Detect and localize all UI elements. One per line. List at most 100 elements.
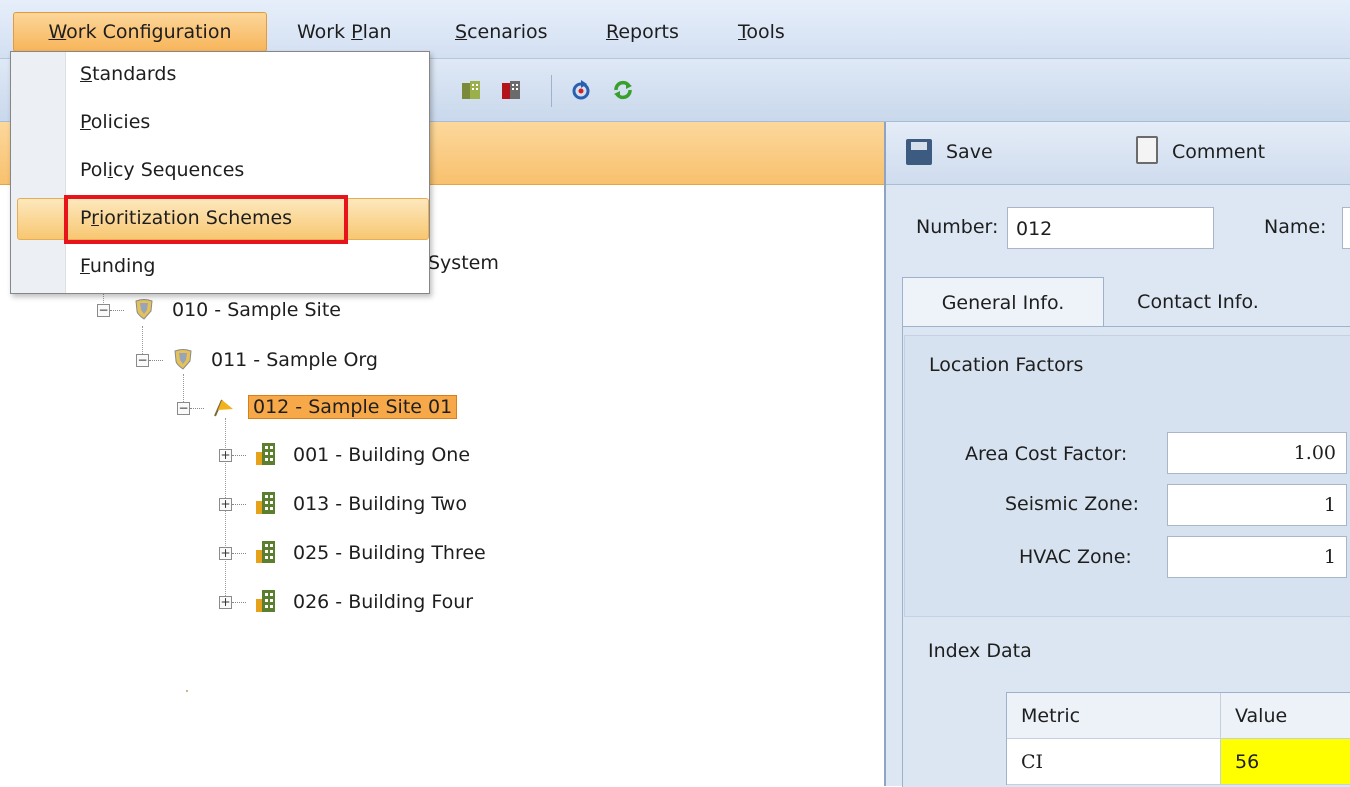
menu-mnemonic: S — [80, 63, 93, 85]
tab-contact-info[interactable]: Contact Info. — [1102, 277, 1294, 327]
menu-mnemonic: P — [351, 21, 363, 43]
details-toolbar: Save Comment — [886, 122, 1350, 185]
sync-icon[interactable] — [612, 79, 634, 101]
tree-node-026[interactable]: 026 - Building Four — [293, 587, 473, 617]
menu-label: Work — [297, 21, 352, 43]
menu-label-rest: tandards — [92, 63, 177, 85]
work-configuration-dropdown: Standards Policies Policy Sequences Prio… — [10, 51, 430, 294]
location-factors-group: Location Factors Area Cost Factor: 1.00 … — [904, 335, 1350, 617]
expand-toggle[interactable]: + — [219, 547, 232, 560]
tree-node-label: 013 - Building Two — [293, 493, 467, 515]
index-data-grid: Metric Value CI 56 — [1006, 692, 1350, 785]
building-icon — [255, 442, 277, 465]
name-field[interactable] — [1342, 207, 1350, 249]
menu-label: ools — [746, 21, 785, 43]
metric-cell: CI — [1007, 739, 1221, 785]
menu-item-policies[interactable]: Policies — [11, 102, 429, 146]
expand-toggle[interactable]: + — [219, 449, 232, 462]
tree-node-label: 010 - Sample Site — [172, 299, 341, 321]
collapse-toggle[interactable]: − — [177, 402, 190, 415]
save-icon — [906, 139, 932, 165]
save-label: Save — [946, 141, 993, 163]
menu-scenarios[interactable]: Scenarios — [455, 0, 548, 54]
tree-connector — [110, 310, 124, 311]
value-cell: 56 — [1221, 739, 1350, 785]
save-button[interactable]: Save — [906, 136, 1006, 168]
comment-label: Comment — [1172, 141, 1266, 163]
toolbar-separator — [551, 75, 552, 107]
tree-node-label: System — [428, 252, 499, 274]
building-icon — [255, 491, 277, 514]
tree-line — [183, 374, 184, 404]
copy-building-icon[interactable] — [460, 79, 482, 101]
tree-node-label: 001 - Building One — [293, 444, 471, 466]
tree-connector — [232, 455, 246, 456]
menu-mnemonic: F — [80, 255, 90, 277]
tree-connector — [232, 504, 246, 505]
tree-node-025[interactable]: 025 - Building Three — [293, 538, 486, 568]
number-field[interactable]: 012 — [1007, 207, 1214, 249]
hvac-zone-label: HVAC Zone: — [1019, 546, 1132, 568]
location-factors-title: Location Factors — [929, 354, 1084, 376]
seismic-zone-field[interactable]: 1 — [1167, 484, 1347, 526]
tree-node-label: 011 - Sample Org — [211, 349, 378, 371]
tree-connector — [190, 408, 204, 409]
flag-icon — [212, 396, 234, 418]
tree-node-system-partial[interactable]: System — [428, 248, 499, 278]
grid-header-row: Metric Value — [1007, 693, 1350, 739]
menu-label-rest: unding — [89, 255, 156, 277]
column-header-value[interactable]: Value — [1221, 693, 1350, 739]
menu-item-label: Policy Sequences — [80, 159, 244, 181]
menu-label-rest: cy Sequences — [112, 159, 245, 181]
tab-general-info[interactable]: General Info. — [902, 277, 1104, 328]
tree-node-label: 026 - Building Four — [293, 591, 474, 613]
details-panel: Save Comment Number: 012 Name: General I… — [886, 122, 1350, 787]
tree-node-013[interactable]: 013 - Building Two — [293, 489, 467, 519]
area-cost-factor-field[interactable]: 1.00 — [1167, 432, 1347, 474]
highlight-callout-box — [64, 195, 348, 244]
menu-item-label: Standards — [80, 63, 176, 85]
shield-icon — [133, 298, 155, 320]
menu-item-policy-sequences[interactable]: Policy Sequences — [11, 150, 429, 194]
menu-work-plan[interactable]: Work Plan — [297, 0, 392, 54]
menu-tools[interactable]: Tools — [738, 0, 785, 54]
menu-mnemonic: P — [80, 111, 91, 133]
area-cost-factor-label: Area Cost Factor: — [965, 443, 1128, 465]
stray-dot — [186, 690, 188, 692]
expand-toggle[interactable]: + — [219, 498, 232, 511]
menu-item-standards[interactable]: Standards — [11, 54, 429, 98]
menu-work-configuration[interactable]: Work Configuration — [13, 12, 267, 52]
menu-label: lan — [362, 21, 392, 43]
collapse-toggle[interactable]: − — [97, 304, 110, 317]
hvac-zone-field[interactable]: 1 — [1167, 536, 1347, 578]
menu-item-label: Policies — [80, 111, 150, 133]
menu-reports[interactable]: Reports — [606, 0, 679, 54]
comment-button[interactable]: Comment — [1136, 136, 1316, 168]
menu-label-rest: olicies — [90, 111, 151, 133]
tree-connector — [232, 602, 246, 603]
menu-mnemonic: R — [606, 21, 619, 43]
tree-connector — [232, 553, 246, 554]
name-label: Name: — [1264, 216, 1327, 238]
column-header-metric[interactable]: Metric — [1007, 693, 1221, 739]
clipboard-icon — [1136, 136, 1158, 164]
delete-building-icon[interactable] — [500, 79, 522, 101]
menu-item-funding[interactable]: Funding — [11, 246, 429, 290]
refresh-icon[interactable] — [570, 79, 592, 101]
tree-node-012[interactable]: 012 - Sample Site 01 — [248, 392, 458, 422]
tree-node-001[interactable]: 001 - Building One — [293, 440, 470, 470]
building-icon — [255, 589, 277, 612]
menu-label: eports — [618, 21, 679, 43]
tree-connector — [149, 360, 163, 361]
tree-node-010[interactable]: 010 - Sample Site — [172, 295, 341, 325]
menu-item-label: Funding — [80, 255, 155, 277]
menu-mnemonic: W — [48, 21, 67, 43]
table-row[interactable]: CI 56 — [1007, 739, 1350, 785]
menu-label: cenarios — [467, 21, 548, 43]
tree-node-011[interactable]: 011 - Sample Org — [211, 345, 378, 375]
collapse-toggle[interactable]: − — [136, 354, 149, 367]
number-label: Number: — [916, 216, 999, 238]
expand-toggle[interactable]: + — [219, 596, 232, 609]
tree-node-label-selected: 012 - Sample Site 01 — [248, 395, 458, 419]
tree-line — [142, 326, 143, 356]
